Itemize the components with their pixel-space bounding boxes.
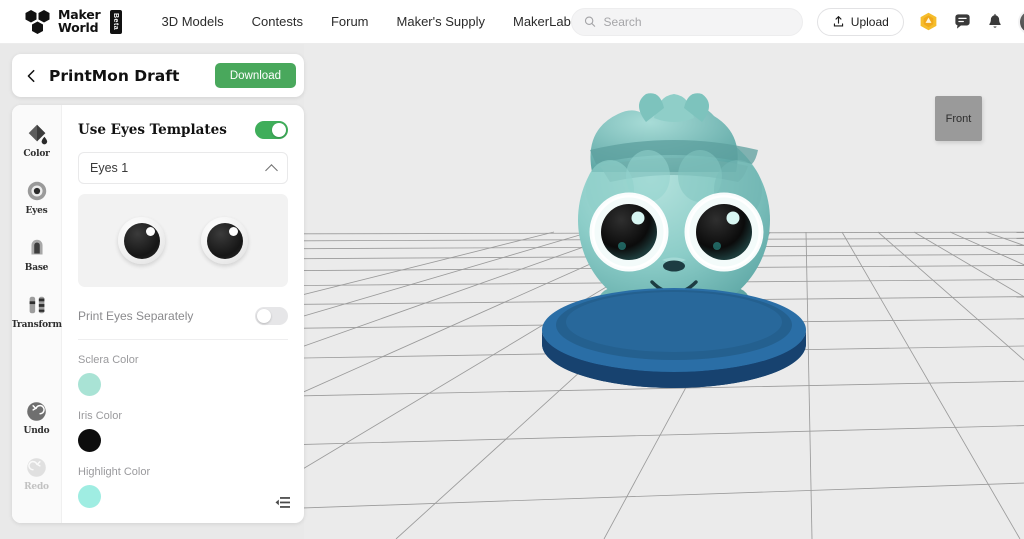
undo-icon: [25, 400, 48, 423]
toggle-knob: [272, 123, 286, 137]
iris-left: [124, 223, 160, 259]
history-controls: Undo Redo: [12, 393, 62, 523]
top-navigation-bar: Maker World Beta 3D Models Contests Foru…: [0, 0, 1024, 44]
sidebar-label-color: Color: [23, 149, 49, 159]
eye-preview-right: [201, 217, 248, 264]
eye-icon: [25, 179, 49, 203]
sidebar-item-color[interactable]: Color: [12, 115, 62, 164]
redo-icon: [25, 456, 48, 479]
iris-color-swatch[interactable]: [78, 429, 101, 452]
brand-text: Maker World: [58, 9, 101, 34]
editor-panel-body: Color Eyes Base: [12, 105, 304, 523]
iris-color-field: Iris Color: [78, 410, 288, 452]
chevron-left-icon: [26, 69, 37, 83]
sidebar-label-eyes: Eyes: [25, 206, 47, 216]
sidebar-item-eyes[interactable]: Eyes: [12, 172, 62, 221]
sclera-color-label: Sclera Color: [78, 354, 288, 366]
page-title: PrintMon Draft: [49, 67, 179, 85]
highlight-left: [146, 227, 155, 236]
highlight-color-field: Highlight Color: [78, 466, 288, 508]
print-eyes-separately-row: Print Eyes Separately: [78, 307, 288, 325]
brand-logo[interactable]: Maker World Beta: [24, 9, 122, 34]
app-root: Maker World Beta 3D Models Contests Foru…: [0, 0, 1024, 539]
sidebar-label-transform: Transform: [12, 320, 62, 330]
highlight-right: [229, 227, 238, 236]
download-button[interactable]: Download: [215, 63, 296, 88]
3d-viewport[interactable]: Front: [304, 44, 1024, 539]
nav-link-makerlab[interactable]: MakerLab: [513, 14, 571, 29]
undo-label: Undo: [24, 426, 50, 436]
makerworld-cube-logo-icon: [24, 9, 51, 34]
message-glyph: [953, 12, 972, 31]
divider: [78, 339, 288, 340]
bell-notification-icon[interactable]: [986, 13, 1004, 31]
message-icon[interactable]: [953, 12, 972, 31]
base-shape-icon: [25, 236, 49, 260]
search-input[interactable]: [604, 15, 790, 29]
use-eyes-templates-label: Use Eyes Templates: [78, 122, 227, 138]
sliders-icon: [25, 293, 49, 317]
beta-badge: Beta: [110, 10, 122, 34]
undo-button[interactable]: Undo: [12, 393, 62, 441]
use-eyes-templates-toggle[interactable]: [255, 121, 288, 139]
search-icon: [584, 15, 596, 28]
search-box[interactable]: [571, 8, 803, 36]
view-cube-label: Front: [946, 113, 972, 125]
redo-button[interactable]: Redo: [12, 449, 62, 497]
highlight-color-swatch[interactable]: [78, 485, 101, 508]
account-menu[interactable]: [1018, 9, 1024, 35]
back-button[interactable]: [26, 67, 43, 85]
nav-right-cluster: Upload: [571, 8, 1024, 36]
eyes-preview[interactable]: [78, 194, 288, 287]
nav-links: 3D Models Contests Forum Maker's Supply …: [162, 14, 571, 29]
iris-right: [207, 223, 243, 259]
view-cube-front[interactable]: Front: [935, 96, 982, 141]
bell-glyph: [986, 13, 1004, 31]
eyes-template-value: Eyes 1: [90, 161, 128, 175]
nav-link-makers-supply[interactable]: Maker's Supply: [397, 14, 485, 29]
sidebar-label-base: Base: [25, 263, 48, 273]
tool-rail: Color Eyes Base: [12, 105, 62, 523]
highlight-color-label: Highlight Color: [78, 466, 288, 478]
collapse-panel-button[interactable]: [275, 496, 290, 509]
eye-preview-left: [118, 217, 165, 264]
sclera-color-swatch[interactable]: [78, 373, 101, 396]
editor-panel-header: PrintMon Draft Download: [12, 54, 304, 97]
upload-icon: [832, 15, 845, 28]
model-eye-left: [592, 195, 666, 269]
eyes-settings-content: Use Eyes Templates Eyes 1: [62, 105, 304, 523]
gem-reward-icon[interactable]: [918, 11, 939, 32]
avatar: [1020, 11, 1024, 33]
use-eyes-templates-row: Use Eyes Templates: [78, 121, 288, 139]
iris-color-label: Iris Color: [78, 410, 288, 422]
nav-link-contests[interactable]: Contests: [252, 14, 303, 29]
paint-drop-icon: [25, 122, 49, 146]
sclera-color-field: Sclera Color: [78, 354, 288, 396]
toggle-knob: [257, 309, 271, 323]
sidebar-item-base[interactable]: Base: [12, 229, 62, 278]
gem-reward-glyph: [918, 11, 939, 32]
collapse-panel-icon: [275, 496, 290, 509]
eyes-template-select[interactable]: Eyes 1: [78, 152, 288, 184]
viewport-canvas: [304, 44, 1024, 539]
redo-label: Redo: [24, 482, 49, 492]
brand-line-2: World: [58, 22, 101, 35]
nav-link-3d-models[interactable]: 3D Models: [162, 14, 224, 29]
upload-button[interactable]: Upload: [817, 8, 904, 36]
model-eye-right: [687, 195, 761, 269]
print-eyes-separately-toggle[interactable]: [255, 307, 288, 325]
upload-label: Upload: [851, 15, 889, 29]
print-eyes-separately-label: Print Eyes Separately: [78, 309, 193, 323]
sidebar-item-transform[interactable]: Transform: [12, 286, 62, 335]
nav-link-forum[interactable]: Forum: [331, 14, 369, 29]
chevron-up-icon: [265, 164, 278, 177]
